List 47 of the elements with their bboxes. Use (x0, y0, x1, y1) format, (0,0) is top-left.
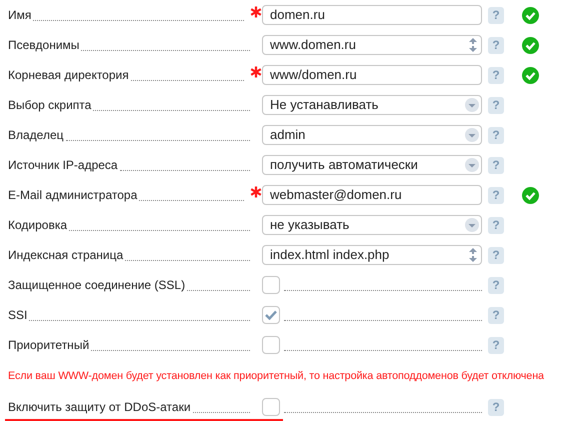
field-label: Кодировка (8, 217, 68, 234)
help-button[interactable]: ? (488, 156, 504, 174)
caret-down-icon (465, 158, 479, 172)
help-button[interactable]: ? (488, 126, 504, 144)
field-label: Индексная страница (8, 247, 124, 264)
checkbox[interactable] (262, 336, 280, 354)
field-label: Приоритетный (8, 337, 90, 354)
dropdown[interactable]: admin (262, 125, 482, 145)
field-label: Включить защиту от DDoS-атаки (8, 399, 191, 416)
text-field[interactable]: www/domen.ru (262, 64, 482, 84)
dropdown[interactable]: Не устанавливать (262, 95, 482, 115)
help-button[interactable]: ? (488, 66, 504, 84)
text-field[interactable]: domen.ru (262, 4, 482, 24)
field-label: Псевдонимы (8, 37, 80, 54)
help-button[interactable]: ? (488, 398, 504, 416)
help-button[interactable]: ? (488, 36, 504, 54)
checkmark-icon (265, 310, 277, 320)
field-label: Имя (8, 7, 32, 24)
help-button[interactable]: ? (488, 96, 504, 114)
warning-text: Если ваш WWW-домен будет установлен как приоритетный, то настройка автоподдоменов будет отключена (8, 368, 544, 384)
help-button[interactable]: ? (488, 276, 504, 294)
field-label: SSI (8, 307, 28, 324)
checkbox[interactable] (262, 306, 280, 324)
text-field[interactable]: index.html index.php (262, 245, 482, 265)
help-button[interactable]: ? (488, 336, 504, 354)
dropdown[interactable]: получить автоматически (262, 155, 482, 175)
caret-down-icon (465, 98, 479, 112)
up-down-arrows-icon[interactable] (469, 38, 477, 52)
text-field[interactable]: webmaster@domen.ru (262, 184, 482, 204)
help-button[interactable]: ? (488, 306, 504, 324)
dropdown[interactable]: не указывать (262, 215, 482, 235)
help-button[interactable]: ? (488, 216, 504, 234)
help-button[interactable]: ? (488, 246, 504, 264)
field-label: Корневая директория (8, 67, 129, 84)
caret-down-icon (465, 218, 479, 232)
help-button[interactable]: ? (488, 6, 504, 24)
text-field[interactable]: www.domen.ru (262, 35, 482, 55)
checkbox[interactable] (262, 276, 280, 294)
help-button[interactable]: ? (488, 186, 504, 204)
checkbox[interactable] (262, 398, 280, 416)
caret-down-icon (465, 128, 479, 142)
field-label: E-Mail администратора (8, 187, 138, 204)
field-label: Источник IP-адреса (8, 157, 118, 174)
field-label: Защищенное соединение (SSL) (8, 277, 186, 294)
field-label: Владелец (8, 127, 64, 144)
up-down-arrows-icon[interactable] (469, 248, 477, 262)
field-label: Выбор скрипта (8, 97, 92, 114)
